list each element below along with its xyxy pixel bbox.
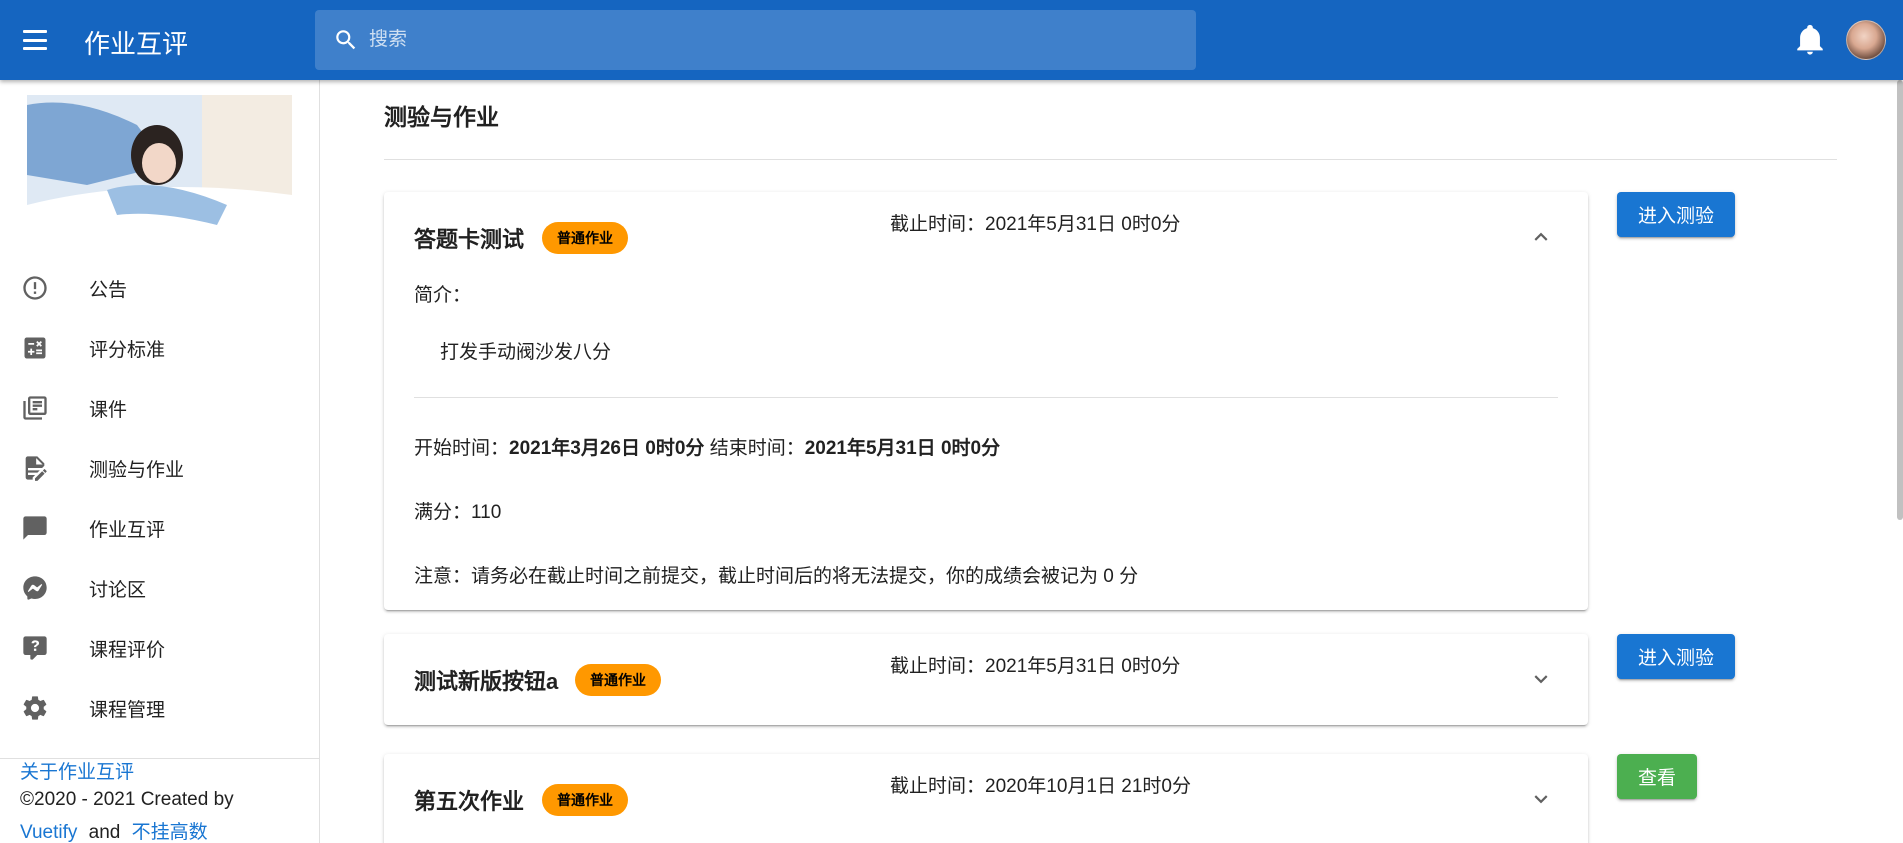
sidebar-item-label: 课程管理 — [89, 699, 166, 721]
menu-icon[interactable] — [20, 26, 50, 54]
and-text: and — [88, 822, 121, 843]
sidebar: 公告 评分标准 课件 测验与作业 作业互评 讨论区 课程评价 课程管理 关于作业… — [0, 80, 320, 843]
full-score: 满分：110 — [414, 502, 502, 523]
sidebar-item-label: 公告 — [89, 279, 128, 301]
author-link[interactable]: 不挂高数 — [132, 822, 208, 843]
sidebar-item-grading-criteria[interactable]: 评分标准 — [0, 318, 320, 378]
sidebar-item-course-management[interactable]: 课程管理 — [0, 678, 320, 738]
about-link[interactable]: 关于作业互评 — [20, 757, 320, 784]
assignment-title: 答题卡测试 — [414, 227, 525, 252]
assignment-header[interactable]: 第五次作业 普通作业 截止时间：2020年10月1日 21时0分 — [384, 754, 1588, 843]
sidebar-item-label: 测验与作业 — [89, 459, 185, 481]
end-value: 2021年5月31日 0时0分 — [804, 438, 1001, 459]
intro-text: 打发手动阀沙发八分 — [440, 342, 612, 363]
sidebar-item-discussion[interactable]: 讨论区 — [0, 558, 320, 618]
sidebar-item-quizzes[interactable]: 测验与作业 — [0, 438, 320, 498]
assignment-deadline: 截止时间：2021年5月31日 0时0分 — [890, 214, 1181, 235]
start-label: 开始时间： — [414, 438, 510, 459]
sidebar-item-label: 课件 — [89, 399, 128, 421]
assignment-deadline: 截止时间：2020年10月1日 21时0分 — [890, 776, 1191, 797]
message-icon — [21, 514, 49, 542]
enter-quiz-button[interactable]: 进入测验 — [1617, 192, 1736, 237]
enter-quiz-button[interactable]: 进入测验 — [1617, 634, 1736, 679]
library-books-icon — [21, 394, 49, 422]
sidebar-item-label: 作业互评 — [89, 519, 166, 541]
chevron-down-icon[interactable] — [1528, 666, 1554, 697]
comment-question-icon — [21, 634, 49, 662]
app-title: 作业互评 — [84, 29, 189, 59]
assignment-header[interactable]: 答题卡测试 普通作业 截止时间：2021年5月31日 0时0分 — [384, 192, 1588, 282]
end-label: 结束时间： — [709, 438, 805, 459]
credits: Vuetify and 不挂高数 — [20, 817, 320, 843]
submission-note: 注意：请务必在截止时间之前提交，截止时间后的将无法提交，你的成绩会被记为 0 分 — [414, 566, 1139, 587]
assignment-details: 简介： 打发手动阀沙发八分 开始时间：2021年3月26日 0时0分 结束时间：… — [384, 280, 1588, 610]
assignment-card: 答题卡测试 普通作业 截止时间：2021年5月31日 0时0分 简介： 打发手动… — [384, 192, 1588, 610]
file-edit-icon — [21, 454, 49, 482]
time-range: 开始时间：2021年3月26日 0时0分 结束时间：2021年5月31日 0时0… — [414, 433, 1558, 460]
chevron-up-icon[interactable] — [1528, 224, 1554, 255]
intro-label: 简介： — [414, 285, 472, 306]
sidebar-item-label: 评分标准 — [89, 339, 166, 361]
sidebar-item-course-evaluation[interactable]: 课程评价 — [0, 618, 320, 678]
search-input[interactable] — [369, 29, 1169, 51]
calculator-icon — [21, 334, 49, 362]
assignment-type-badge: 普通作业 — [542, 222, 628, 254]
sidebar-item-courseware[interactable]: 课件 — [0, 378, 320, 438]
start-value: 2021年3月26日 0时0分 — [509, 438, 705, 459]
search-bar[interactable] — [315, 10, 1196, 70]
assignment-deadline: 截止时间：2021年5月31日 0时0分 — [890, 656, 1181, 677]
sidebar-item-peer-review[interactable]: 作业互评 — [0, 498, 320, 558]
alert-circle-outline-icon — [21, 274, 49, 302]
sidebar-nav: 公告 评分标准 课件 测验与作业 作业互评 讨论区 课程评价 课程管理 — [0, 258, 320, 738]
sidebar-footer: 关于作业互评 ©2020 - 2021 Created by Vuetify a… — [0, 758, 320, 843]
bell-icon[interactable] — [1793, 22, 1827, 61]
assignment-card: 测试新版按钮a 普通作业 截止时间：2021年5月31日 0时0分 — [384, 634, 1588, 725]
page-title: 测验与作业 — [384, 104, 499, 130]
chevron-down-icon[interactable] — [1528, 786, 1554, 817]
assignment-title: 第五次作业 — [414, 789, 525, 814]
assignment-type-badge: 普通作业 — [575, 664, 661, 696]
sidebar-item-label: 讨论区 — [89, 579, 147, 601]
course-cover-image — [27, 95, 292, 243]
messenger-icon — [21, 574, 49, 602]
divider — [414, 397, 1558, 398]
app-bar: 作业互评 — [0, 0, 1903, 80]
scrollbar[interactable] — [1897, 80, 1903, 520]
vuetify-link[interactable]: Vuetify — [20, 822, 77, 843]
assignment-title: 测试新版按钮a — [414, 669, 559, 694]
sidebar-item-label: 课程评价 — [89, 639, 166, 661]
copyright-text: ©2020 - 2021 Created by — [20, 789, 234, 810]
avatar[interactable] — [1846, 20, 1886, 60]
view-button[interactable]: 查看 — [1617, 754, 1698, 799]
assignment-header[interactable]: 测试新版按钮a 普通作业 截止时间：2021年5月31日 0时0分 — [384, 634, 1588, 724]
sidebar-item-announcements[interactable]: 公告 — [0, 258, 320, 318]
main-content: 测验与作业 答题卡测试 普通作业 截止时间：2021年5月31日 0时0分 简介… — [320, 80, 1903, 843]
magnify-icon — [336, 30, 356, 50]
assignment-type-badge: 普通作业 — [542, 784, 628, 816]
assignment-card: 第五次作业 普通作业 截止时间：2020年10月1日 21时0分 — [384, 754, 1588, 843]
divider — [384, 159, 1837, 160]
cog-icon — [21, 694, 49, 722]
